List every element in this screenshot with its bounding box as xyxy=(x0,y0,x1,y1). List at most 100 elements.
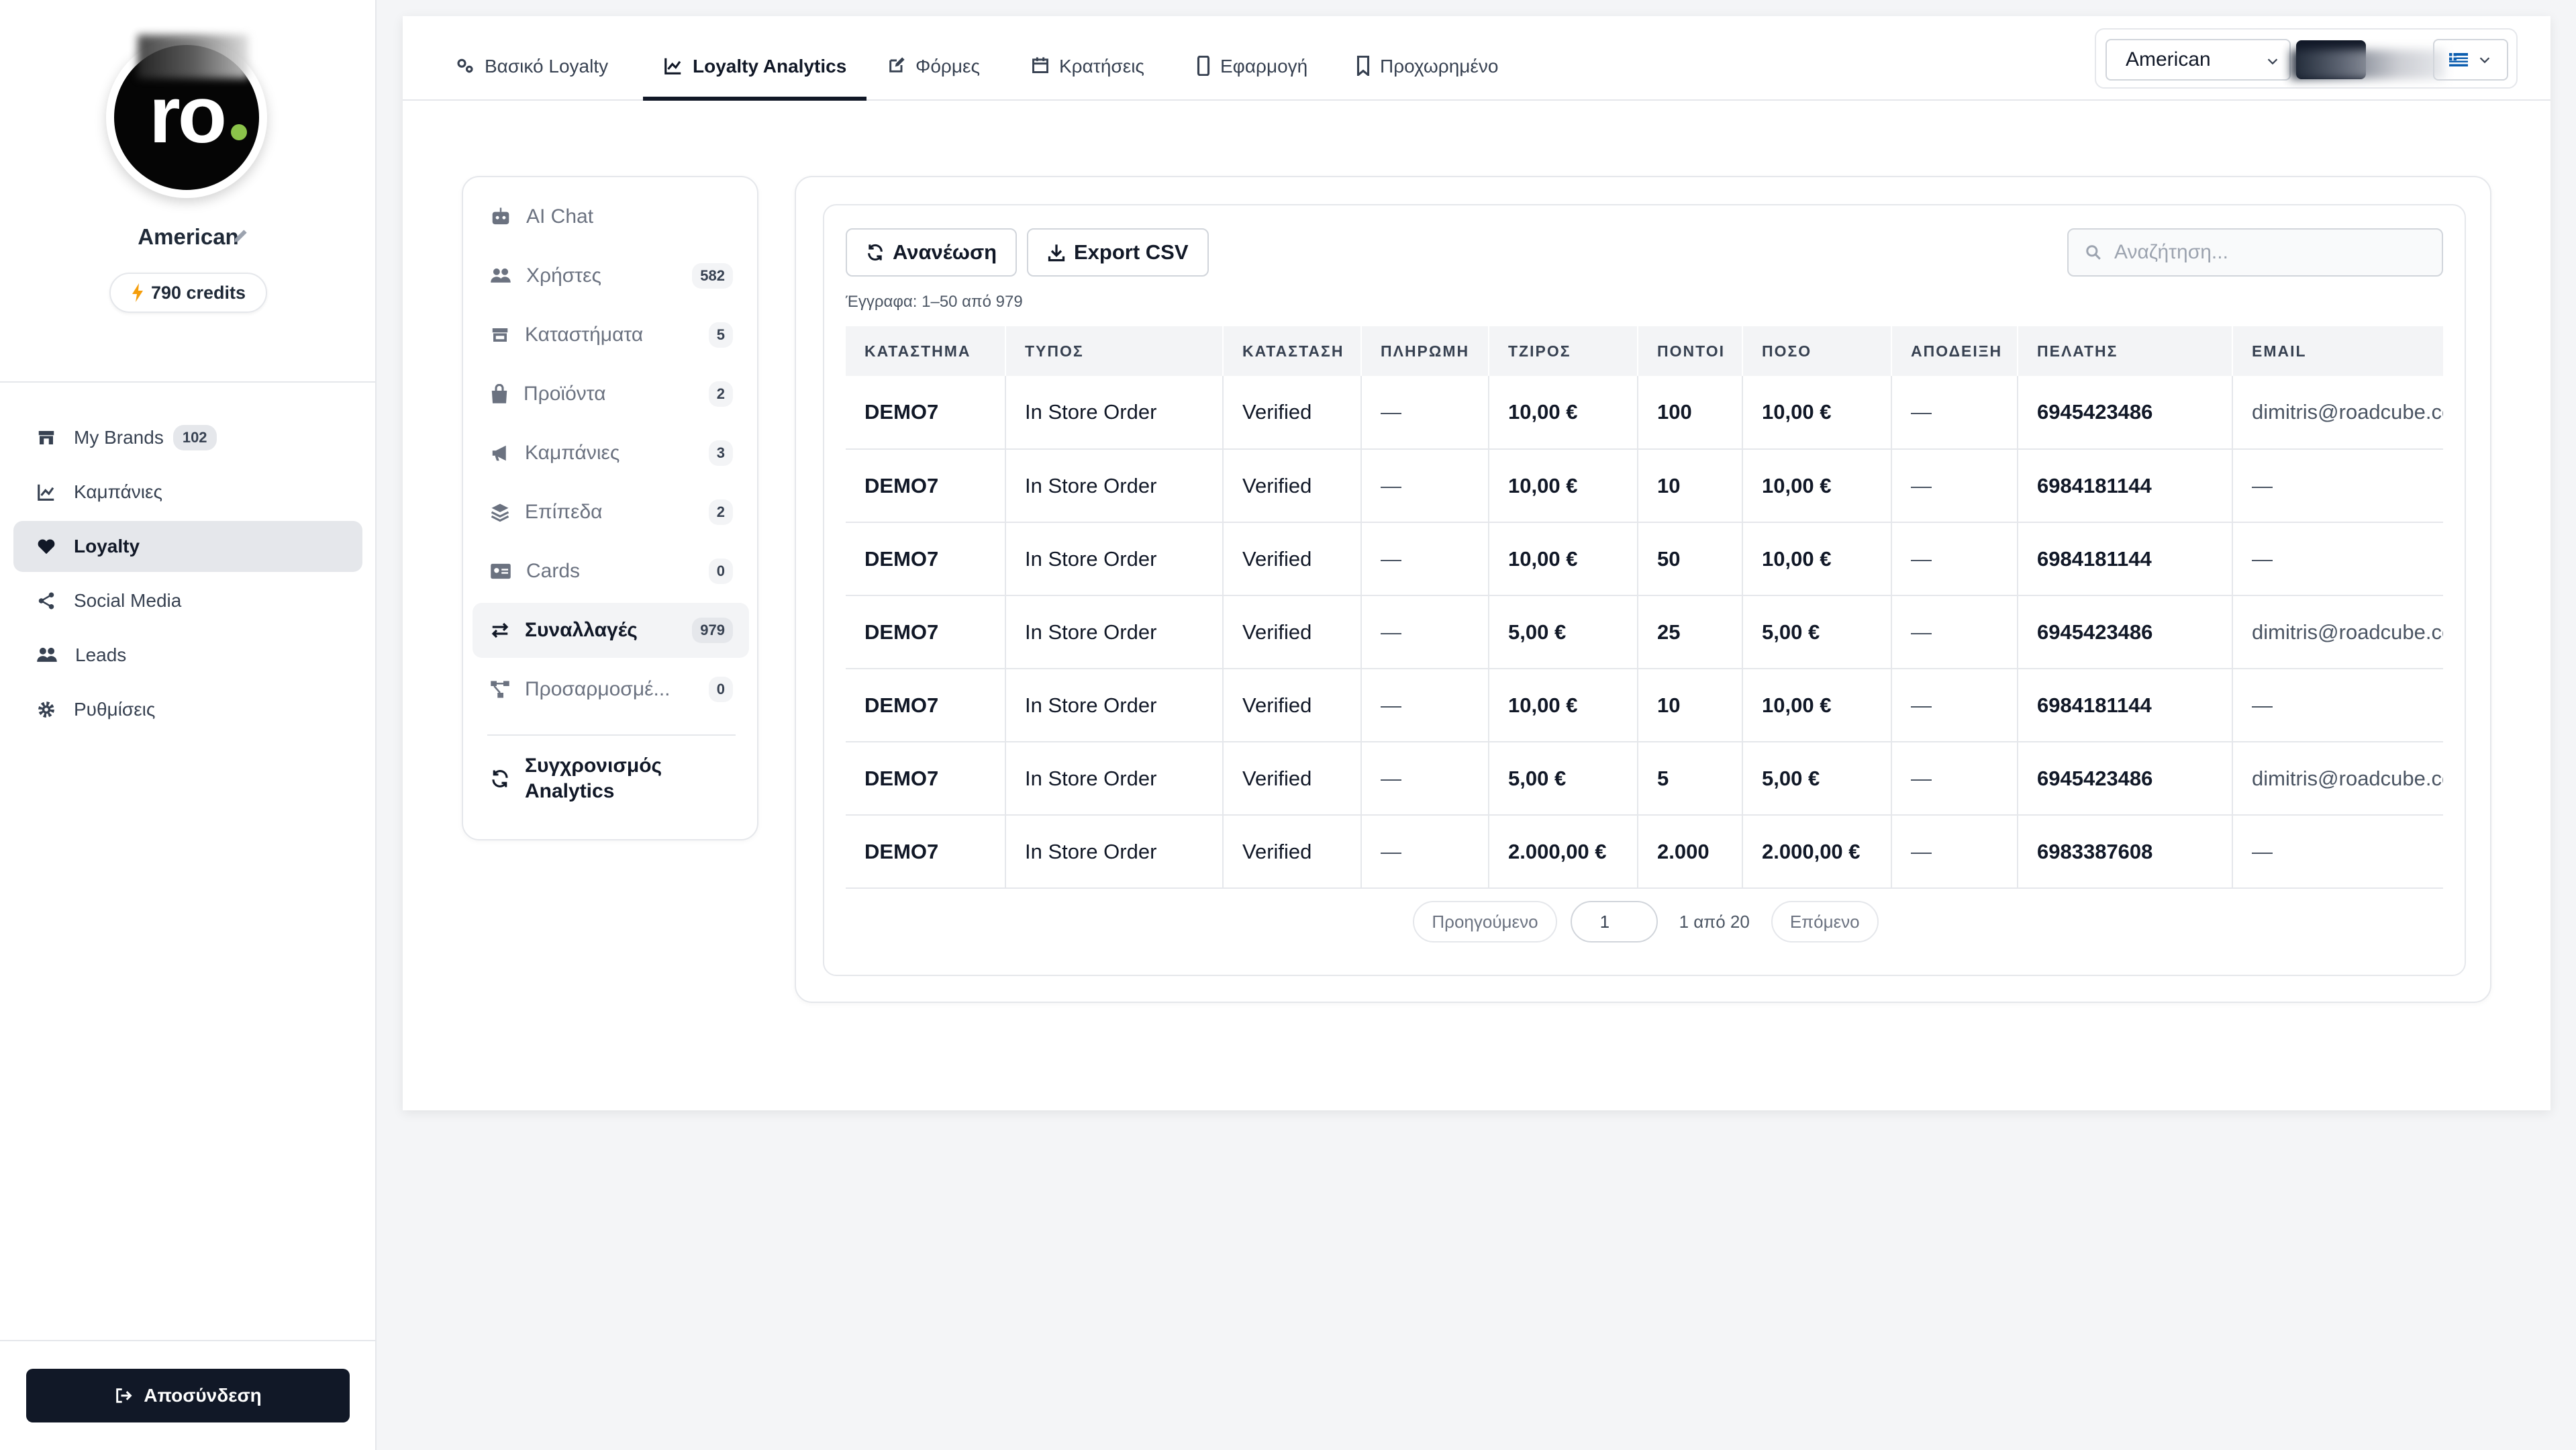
column-header[interactable]: ΤΥΠΟΣ xyxy=(1005,326,1224,376)
nav-label: Social Media xyxy=(74,590,182,611)
subnav-item-cards[interactable]: Cards 0 xyxy=(473,544,749,599)
nav-item-loyalty[interactable]: Loyalty xyxy=(13,521,362,572)
cell-customer: 6984181144 xyxy=(2018,522,2233,596)
export-csv-button[interactable]: Export CSV xyxy=(1027,228,1209,277)
cell-payment: — xyxy=(1361,742,1489,816)
divider xyxy=(487,734,736,736)
nav-label: Ρυθμίσεις xyxy=(74,699,156,720)
refresh-button[interactable]: Ανανέωση xyxy=(846,228,1018,277)
nav-item-social-media[interactable]: Social Media xyxy=(13,575,362,626)
edit-icon xyxy=(887,56,906,75)
cell-turnover: 10,00 € xyxy=(1489,522,1638,596)
subnav-item-ai-chat[interactable]: AI Chat xyxy=(473,189,749,244)
subnav-label: Καταστήματα xyxy=(525,324,644,346)
column-header[interactable]: ΠΟΝΤΟΙ xyxy=(1638,326,1743,376)
subnav-item-campaigns[interactable]: Καμπάνιες 3 xyxy=(473,426,749,481)
logout-button[interactable]: Αποσύνδεση xyxy=(26,1369,350,1422)
cell-receipt: — xyxy=(1891,376,2018,450)
table-row[interactable]: DEMO7 In Store Order Verified —10,00 €50 10,… xyxy=(846,522,2443,596)
transactions-table: ΚΑΤΑΣΤΗΜΑ ΤΥΠΟΣ ΚΑΤΑΣΤΑΣΗ ΠΛΗΡΩΜΗ ΤΖΙΡΟΣ… xyxy=(846,326,2443,889)
exchange-icon xyxy=(490,620,510,640)
tab-basic-loyalty[interactable]: Βασικό Loyalty xyxy=(455,53,608,101)
subnav-item-custom[interactable]: Προσαρμοσμέ... 0 xyxy=(473,662,749,717)
search-icon xyxy=(2085,244,2102,261)
cell-amount: 5,00 € xyxy=(1742,595,1892,669)
column-header[interactable]: EMAIL xyxy=(2232,326,2443,376)
pencil-icon[interactable] xyxy=(232,227,250,244)
cell-receipt: — xyxy=(1891,449,2018,523)
cell-status: Verified xyxy=(1223,449,1362,523)
sync-analytics-button[interactable]: Συγχρονισμός Analytics xyxy=(473,753,749,804)
page-number-input[interactable] xyxy=(1570,901,1658,942)
cell-receipt: — xyxy=(1891,522,2018,596)
column-header[interactable]: ΚΑΤΑΣΤΑΣΗ xyxy=(1223,326,1362,376)
cell-amount: 10,00 € xyxy=(1742,522,1892,596)
cell-amount: 10,00 € xyxy=(1742,449,1892,523)
main-nav: My Brands 102 Καμπάνιες Loyalty Social M… xyxy=(13,412,362,738)
subnav-item-products[interactable]: Προϊόντα 2 xyxy=(473,367,749,422)
cell-customer: 6984181144 xyxy=(2018,669,2233,742)
nav-item-my-brands[interactable]: My Brands 102 xyxy=(13,412,362,463)
brand-select[interactable]: American xyxy=(2106,39,2291,81)
nav-item-campaigns[interactable]: Καμπάνιες xyxy=(13,467,362,518)
flag-icon xyxy=(2449,53,2468,66)
page-info: 1 από 20 xyxy=(1679,911,1750,932)
cell-points: 5 xyxy=(1638,742,1743,816)
table-row[interactable]: DEMO7 In Store Order Verified —5,00 €5 5,00 … xyxy=(846,742,2443,816)
subnav-badge: 0 xyxy=(708,677,733,702)
column-header[interactable]: ΠΟΣΟ xyxy=(1742,326,1892,376)
logo-dot xyxy=(231,124,247,140)
column-header[interactable]: ΑΠΟΔΕΙΞΗ xyxy=(1891,326,2018,376)
table-row[interactable]: DEMO7 In Store Order Verified —10,00 €10 10,… xyxy=(846,449,2443,523)
subnav-item-levels[interactable]: Επίπεδα 2 xyxy=(473,485,749,540)
lightning-icon xyxy=(131,283,144,302)
cell-email: — xyxy=(2232,669,2443,742)
table-row[interactable]: DEMO7 In Store Order Verified —10,00 €10 10,… xyxy=(846,669,2443,742)
nav-item-settings[interactable]: Ρυθμίσεις xyxy=(13,684,362,735)
subnav-label: Συναλλαγές xyxy=(525,619,638,641)
search-input[interactable] xyxy=(2114,241,2436,264)
next-page-button[interactable]: Επόμενο xyxy=(1771,901,1879,942)
cell-customer: 6945423486 xyxy=(2018,742,2233,816)
cell-points: 100 xyxy=(1638,376,1743,450)
chart-line-icon xyxy=(663,56,683,76)
tab-label: Βασικό Loyalty xyxy=(485,56,609,77)
store-icon xyxy=(490,325,510,345)
store-icon xyxy=(36,428,56,448)
language-select[interactable] xyxy=(2433,39,2508,81)
tab-advanced[interactable]: Προχωρημένο xyxy=(1356,53,1498,101)
column-header[interactable]: ΤΖΙΡΟΣ xyxy=(1489,326,1638,376)
column-header[interactable]: ΚΑΤΑΣΤΗΜΑ xyxy=(846,326,1006,376)
heart-icon xyxy=(36,536,56,557)
download-icon xyxy=(1047,243,1066,262)
subnav-badge: 2 xyxy=(708,499,733,525)
table-row[interactable]: DEMO7 In Store Order Verified —2.000,00 €2.… xyxy=(846,815,2443,889)
cell-status: Verified xyxy=(1223,815,1362,889)
subnav-badge: 2 xyxy=(708,381,733,407)
subnav-badge: 5 xyxy=(708,322,733,348)
tab-application[interactable]: Εφαρμογή xyxy=(1196,53,1307,101)
tab-forms[interactable]: Φόρμες xyxy=(887,53,980,101)
chevron-down-icon xyxy=(2265,54,2280,68)
table-row[interactable]: DEMO7 In Store Order Verified —10,00 €100 10… xyxy=(846,376,2443,450)
cell-turnover: 5,00 € xyxy=(1489,595,1638,669)
subnav-label: Επίπεδα xyxy=(525,501,603,523)
subnav-item-transactions[interactable]: Συναλλαγές 979 xyxy=(473,603,749,658)
search-box[interactable] xyxy=(2067,228,2443,277)
column-header[interactable]: ΠΛΗΡΩΜΗ xyxy=(1361,326,1489,376)
table-row[interactable]: DEMO7 In Store Order Verified —5,00 €25 5,00… xyxy=(846,595,2443,669)
subnav-item-users[interactable]: Χρήστες 582 xyxy=(473,248,749,303)
subnav-item-stores[interactable]: Καταστήματα 5 xyxy=(473,307,749,362)
transactions-panel: Ανανέωση Export CSV Έγγραφα: 1–50 από 97… xyxy=(823,204,2466,976)
cell-points: 10 xyxy=(1638,449,1743,523)
tab-bookings[interactable]: Κρατήσεις xyxy=(1031,53,1144,101)
cell-turnover: 5,00 € xyxy=(1489,742,1638,816)
tab-loyalty-analytics[interactable]: Loyalty Analytics xyxy=(643,53,867,101)
previous-page-button[interactable]: Προηγούμενο xyxy=(1413,901,1557,942)
transactions-table-wrap[interactable]: ΚΑΤΑΣΤΗΜΑ ΤΥΠΟΣ ΚΑΤΑΣΤΑΣΗ ΠΛΗΡΩΜΗ ΤΖΙΡΟΣ… xyxy=(846,326,2443,889)
column-header[interactable]: ΠΕΛΑΤΗΣ xyxy=(2018,326,2233,376)
nav-item-leads[interactable]: Leads xyxy=(13,630,362,681)
subnav-badge: 979 xyxy=(692,618,733,643)
cogs-icon xyxy=(455,56,475,76)
nav-label: My Brands xyxy=(74,427,164,448)
